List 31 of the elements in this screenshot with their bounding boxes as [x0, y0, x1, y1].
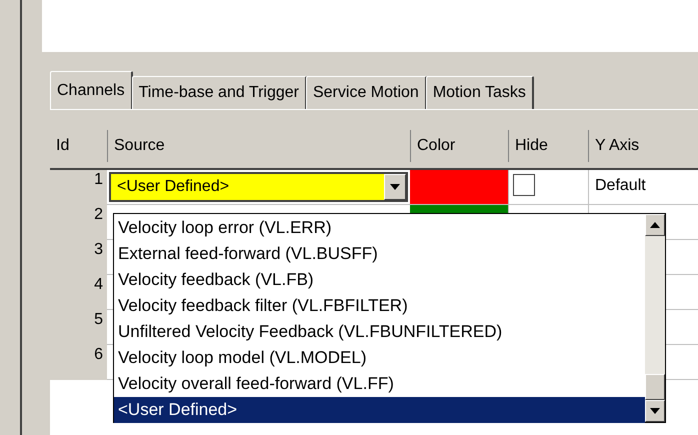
- row-id: 3: [93, 240, 104, 260]
- column-header[interactable]: Y Axis: [588, 130, 698, 162]
- hide-checkbox[interactable]: [513, 174, 535, 196]
- scroll-down-icon: [650, 408, 660, 414]
- tab[interactable]: Service Motion: [306, 76, 427, 109]
- column-header[interactable]: Id: [50, 130, 107, 162]
- dropdown-item[interactable]: External feed-forward (VL.BUSFF): [114, 241, 645, 267]
- row-id: 5: [93, 310, 104, 330]
- tab[interactable]: Time-base and Trigger: [132, 76, 307, 109]
- row-id: 1: [93, 170, 104, 190]
- column-header[interactable]: Source: [107, 130, 410, 162]
- dropdown-item[interactable]: Velocity overall feed-forward (VL.FF): [114, 371, 645, 397]
- dropdown-item[interactable]: <User Defined>: [114, 397, 645, 423]
- scrollbar[interactable]: [645, 214, 665, 422]
- row-id: 2: [93, 205, 104, 225]
- dropdown-item[interactable]: Unfiltered Velocity Feedback (VL.FBUNFILTERED): [114, 319, 645, 345]
- tab[interactable]: Motion Tasks: [426, 76, 534, 109]
- row-id: 4: [93, 275, 104, 295]
- dropdown-item[interactable]: Velocity feedback (VL.FB): [114, 267, 645, 293]
- column-header[interactable]: Hide: [508, 130, 588, 162]
- scrollbar-thumb[interactable]: [645, 374, 665, 400]
- scroll-up-icon: [650, 222, 660, 228]
- dropdown-item[interactable]: Velocity loop error (VL.ERR): [114, 215, 645, 241]
- dropdown-item[interactable]: Velocity loop model (VL.MODEL): [114, 345, 645, 371]
- tab[interactable]: Channels: [50, 71, 133, 109]
- row-id: 6: [93, 345, 104, 365]
- dropdown-item[interactable]: Velocity feedback filter (VL.FBFILTER): [114, 293, 645, 319]
- column-header[interactable]: Color: [410, 130, 508, 162]
- y-axis-value: Default: [595, 177, 646, 194]
- dropdown-arrow-icon: [390, 184, 400, 190]
- source-combo[interactable]: <User Defined>: [109, 172, 408, 202]
